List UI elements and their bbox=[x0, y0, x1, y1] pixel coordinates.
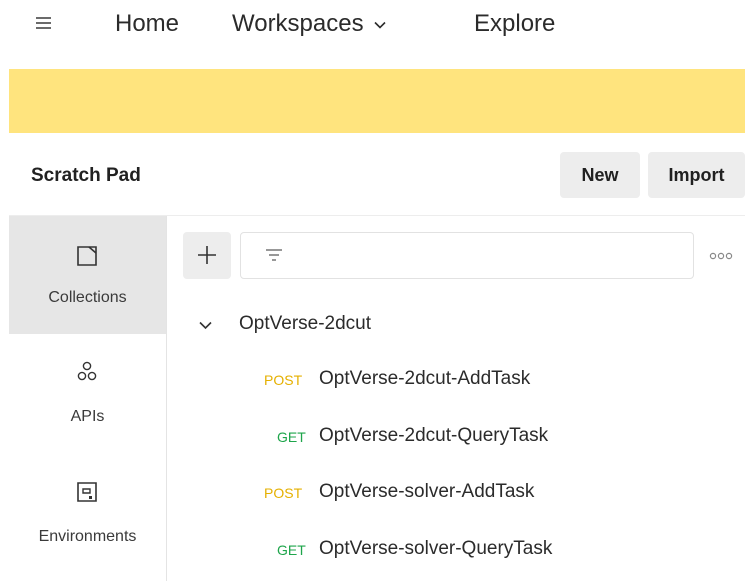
method-badge-get: GET bbox=[277, 542, 306, 558]
sidebar-item-label: Environments bbox=[38, 528, 137, 545]
add-collection-button[interactable] bbox=[183, 232, 231, 279]
workspace-title: Scratch Pad bbox=[31, 165, 141, 186]
method-badge-get: GET bbox=[277, 429, 306, 445]
sidebar-item-label: Collections bbox=[48, 289, 127, 306]
sidebar-item-environments[interactable]: Environments bbox=[9, 452, 166, 570]
request-name: OptVerse-2dcut-QueryTask bbox=[319, 425, 549, 446]
request-name: OptVerse-2dcut-AddTask bbox=[319, 368, 531, 389]
collection-name: OptVerse-2dcut bbox=[239, 313, 372, 334]
nav-home[interactable]: Home bbox=[115, 10, 179, 38]
sidebar-item-label: APIs bbox=[70, 408, 105, 425]
request-name: OptVerse-solver-QueryTask bbox=[319, 538, 553, 559]
request-item[interactable]: GET OptVerse-solver-QueryTask bbox=[190, 529, 745, 573]
workspace-header: Scratch Pad New Import bbox=[9, 133, 745, 216]
chevron-down-icon bbox=[199, 321, 212, 330]
chevron-down-icon bbox=[374, 21, 386, 29]
top-navigation: Home Workspaces Explore bbox=[0, 0, 745, 48]
new-button[interactable]: New bbox=[560, 152, 640, 198]
filter-icon bbox=[266, 249, 282, 261]
request-name: OptVerse-solver-AddTask bbox=[319, 481, 535, 502]
nav-workspaces-label: Workspaces bbox=[232, 10, 364, 37]
notification-banner bbox=[9, 69, 745, 133]
environment-icon bbox=[77, 482, 97, 502]
collection-item[interactable]: OptVerse-2dcut bbox=[190, 304, 745, 348]
sidebar-item-collections[interactable]: Collections bbox=[9, 216, 166, 334]
plus-icon bbox=[198, 246, 216, 264]
hamburger-icon[interactable] bbox=[36, 16, 52, 30]
import-button[interactable]: Import bbox=[648, 152, 745, 198]
nav-workspaces[interactable]: Workspaces bbox=[232, 10, 386, 38]
apis-icon bbox=[77, 361, 97, 381]
filter-input[interactable] bbox=[240, 232, 694, 279]
request-item[interactable]: POST OptVerse-solver-AddTask bbox=[190, 472, 745, 516]
method-badge-post: POST bbox=[264, 485, 303, 501]
sidebar: Collections APIs Environments bbox=[9, 216, 167, 581]
more-horizontal-icon[interactable] bbox=[707, 250, 741, 262]
collection-icon bbox=[77, 246, 97, 266]
request-item[interactable]: GET OptVerse-2dcut-QueryTask bbox=[190, 416, 745, 460]
nav-explore[interactable]: Explore bbox=[474, 10, 555, 38]
method-badge-post: POST bbox=[264, 372, 303, 388]
sidebar-item-apis[interactable]: APIs bbox=[9, 334, 166, 452]
request-item[interactable]: POST OptVerse-2dcut-AddTask bbox=[190, 359, 745, 403]
